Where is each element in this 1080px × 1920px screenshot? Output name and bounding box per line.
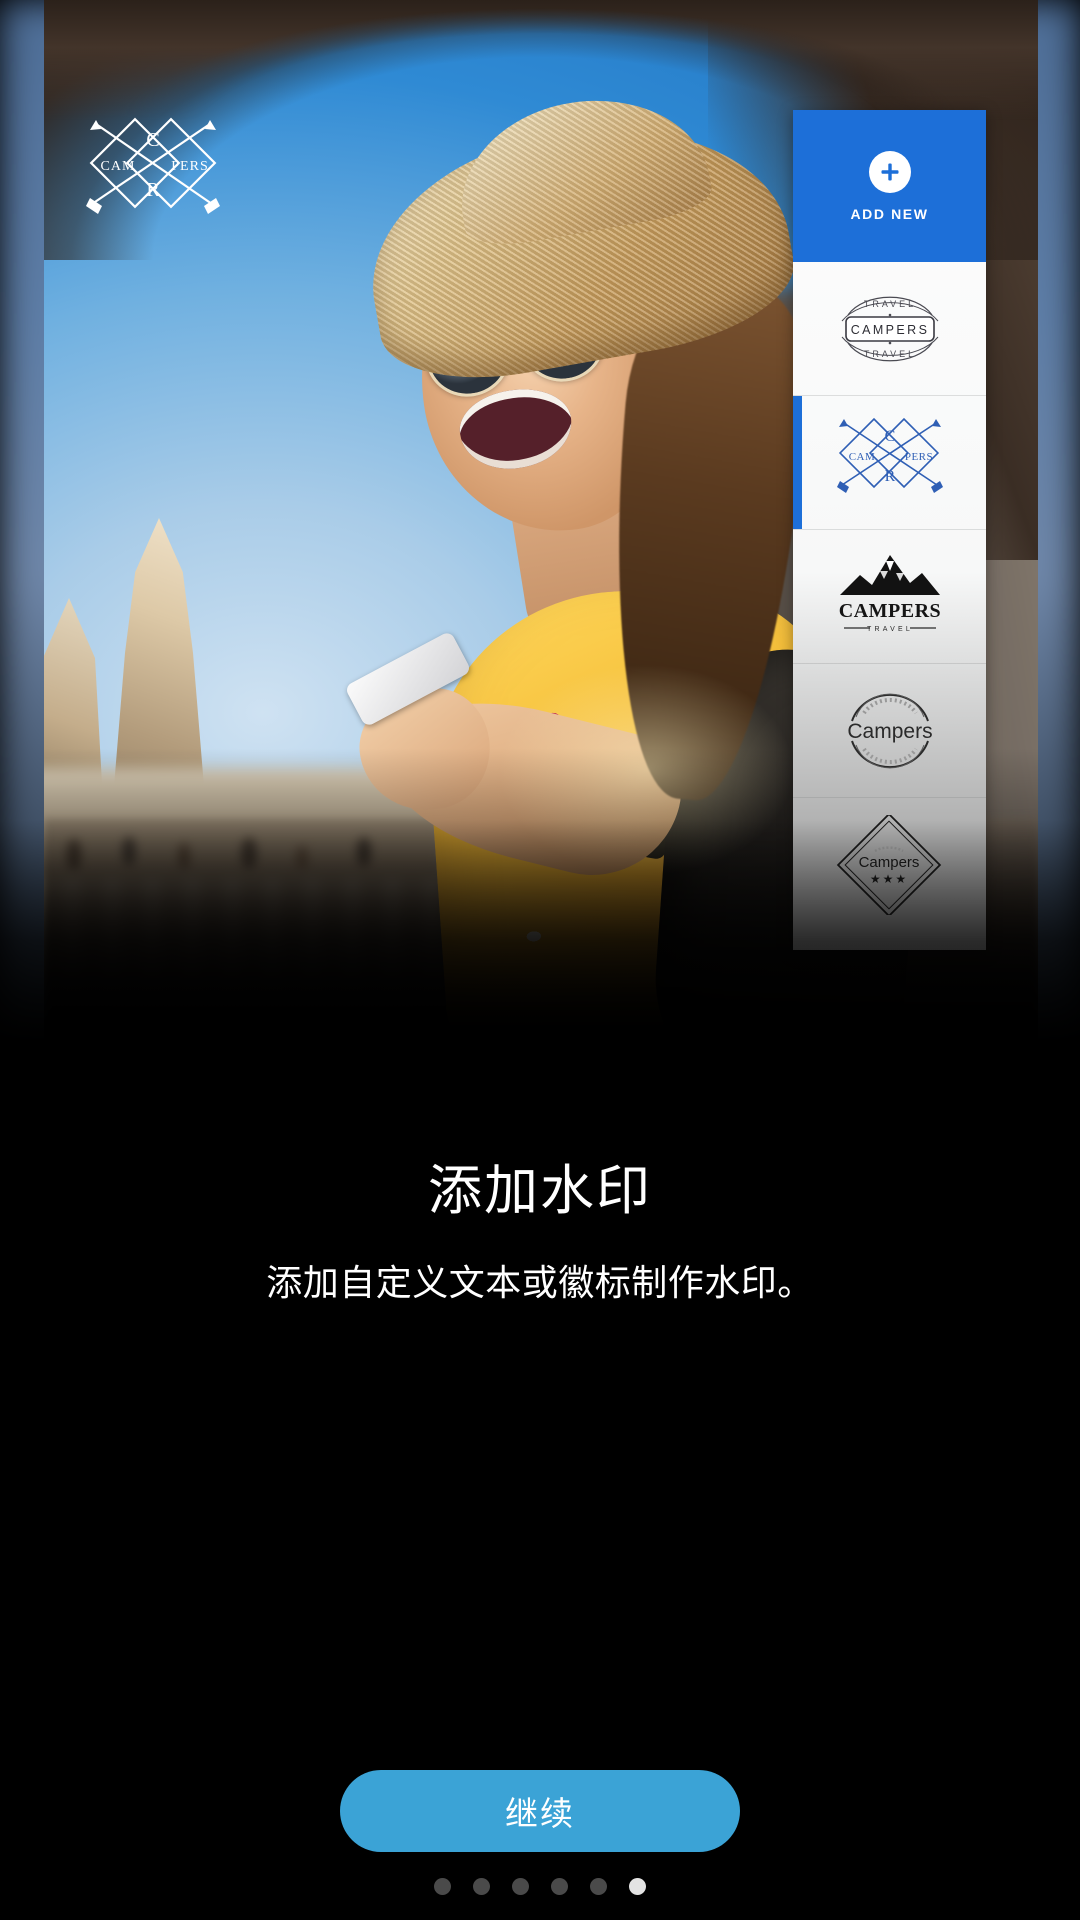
watermark-thumbnail: CAMPERS TRAVEL (815, 543, 965, 651)
page-subtitle: 添加自定义文本或徽标制作水印。 (266, 1262, 814, 1303)
add-new-watermark-button[interactable]: ADD NEW (793, 110, 986, 262)
pagination-dot[interactable] (434, 1878, 451, 1895)
watermark-thumbnail: Campers (815, 677, 965, 785)
continue-button[interactable]: 继续 (340, 1770, 740, 1852)
pagination-dot[interactable] (473, 1878, 490, 1895)
watermark-thumbnail: C CAM PERS R (815, 409, 965, 517)
watermark-item-campers-diamond-arrows[interactable]: C CAM PERS R (793, 396, 986, 530)
page-title: 添加水印 (428, 1161, 652, 1222)
watermark-label: CAMPERS (838, 600, 940, 622)
applied-watermark-overlay: C CAM PERS R (78, 112, 228, 242)
watermark-item-campers-mountain[interactable]: CAMPERS TRAVEL (793, 530, 986, 664)
photo-preview: C CAM PERS R ADD NEW TRAVEL CAMPERS TRAV… (0, 0, 1080, 1060)
plus-icon (868, 150, 911, 193)
applied-watermark-left-word: CAM (101, 159, 136, 174)
watermark-top-arc-text: TRAVEL (863, 299, 915, 309)
pagination-dots[interactable] (0, 1878, 1080, 1895)
watermark-label: CAMPERS (850, 323, 929, 337)
applied-watermark-right-word: PERS (171, 159, 208, 174)
applied-watermark-top-letter: C (146, 129, 159, 151)
preview-bottom-fade (0, 820, 1080, 1060)
selection-indicator (793, 396, 802, 529)
watermark-bottom-letter: R (884, 468, 895, 485)
watermark-sub-label: TRAVEL (867, 626, 913, 633)
watermark-item-campers-travel-badge[interactable]: TRAVEL CAMPERS TRAVEL (793, 262, 986, 396)
pagination-dot[interactable] (590, 1878, 607, 1895)
pagination-dot[interactable] (512, 1878, 529, 1895)
watermark-bottom-arc-text: TRAVEL (863, 349, 915, 359)
applied-watermark-bottom-letter: R (146, 179, 160, 201)
watermark-label: Campers (847, 720, 932, 743)
watermark-top-letter: C (884, 428, 895, 445)
watermark-right-word: PERS (904, 451, 932, 463)
pagination-dot-active[interactable] (629, 1878, 646, 1895)
watermark-item-campers-circle-stamp[interactable]: Campers (793, 664, 986, 798)
pagination-dot[interactable] (551, 1878, 568, 1895)
watermark-left-word: CAM (848, 451, 875, 463)
add-new-label: ADD NEW (850, 205, 929, 222)
watermark-thumbnail: TRAVEL CAMPERS TRAVEL (815, 275, 965, 383)
